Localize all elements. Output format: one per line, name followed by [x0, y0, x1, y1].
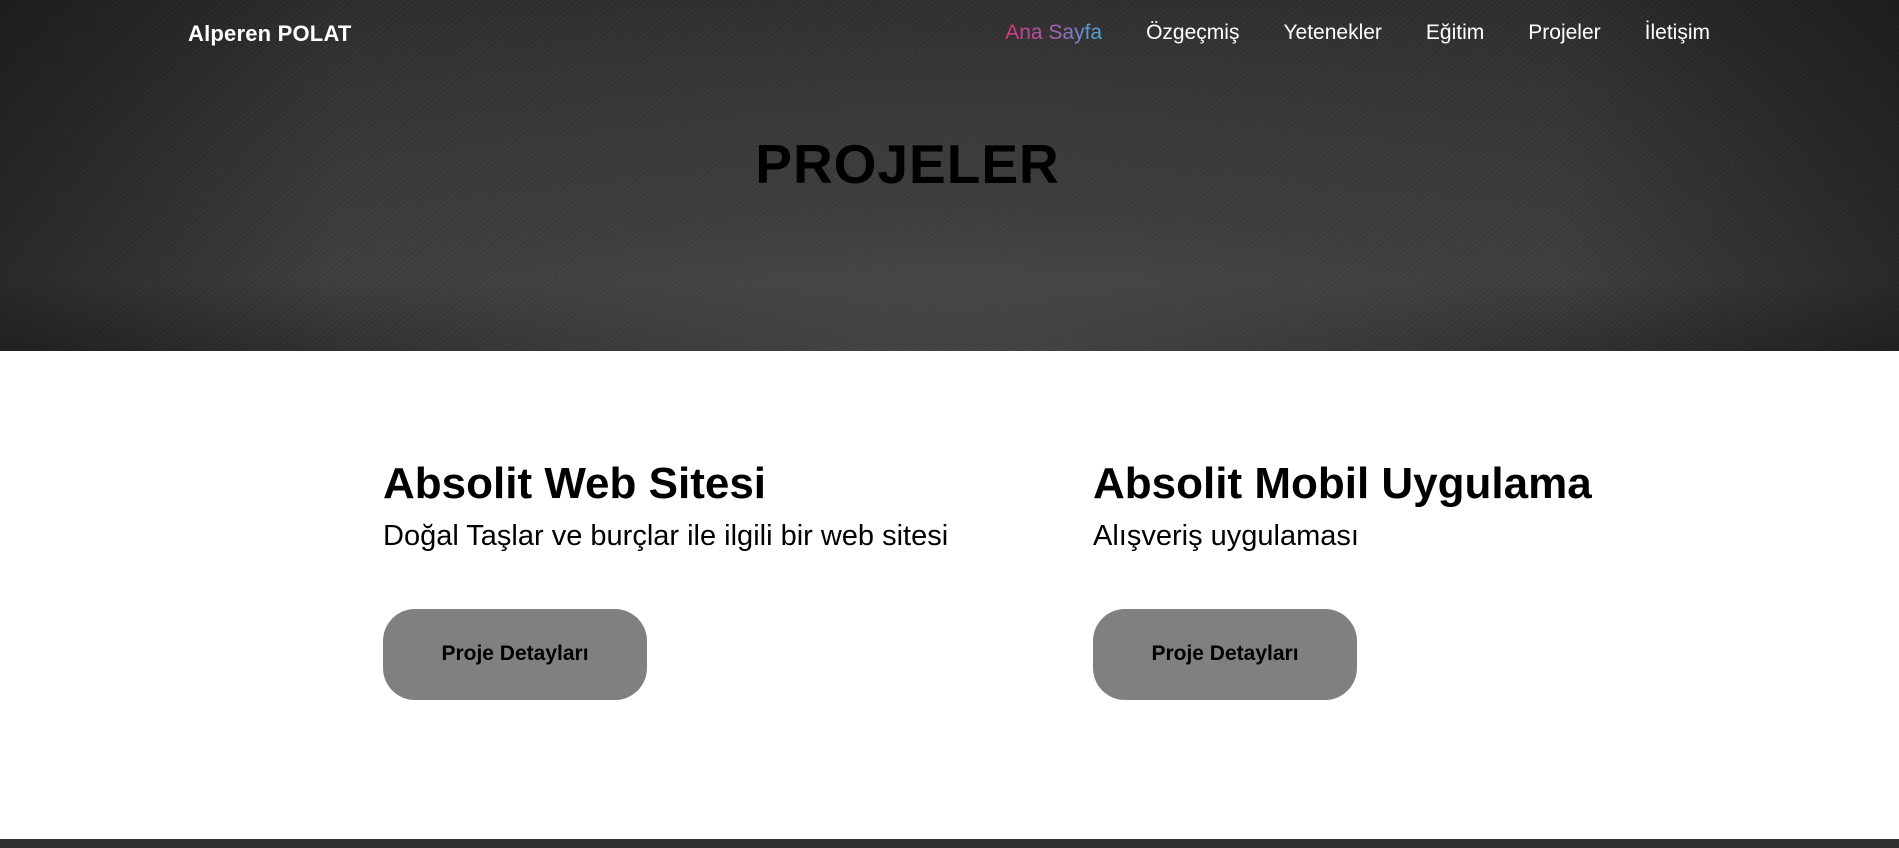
- project-description: Alışveriş uygulaması: [1093, 519, 1359, 552]
- project-details-button[interactable]: Proje Detayları: [383, 608, 647, 700]
- nav-link-egitim[interactable]: Eğitim: [1426, 21, 1484, 44]
- project-card-mobile: Absolit Mobil Uygulama Alışveriş uygulam…: [1093, 459, 1592, 700]
- nav-item-projeler: Projeler: [1528, 21, 1600, 45]
- nav-link-iletisim[interactable]: İletişim: [1645, 21, 1710, 44]
- projects-section: Absolit Web Sitesi Doğal Taşlar ve burçl…: [0, 351, 1899, 839]
- nav-menu: Ana Sayfa Özgeçmiş Yetenekler Eğitim Pro…: [961, 21, 1710, 45]
- top-navbar: Alperen POLAT Ana Sayfa Özgeçmiş Yetenek…: [0, 0, 1899, 66]
- project-title: Absolit Mobil Uygulama: [1093, 459, 1592, 508]
- nav-item-iletisim: İletişim: [1645, 21, 1710, 45]
- project-details-button[interactable]: Proje Detayları: [1093, 608, 1357, 700]
- brand-logo-link[interactable]: Alperen POLAT: [188, 21, 352, 47]
- footer-strip: [0, 839, 1899, 848]
- project-card-web: Absolit Web Sitesi Doğal Taşlar ve burçl…: [383, 459, 948, 700]
- nav-item-egitim: Eğitim: [1426, 21, 1484, 45]
- page-title: PROJELER: [755, 133, 1060, 195]
- nav-item-yetenekler: Yetenekler: [1283, 21, 1381, 45]
- nav-link-ana-sayfa[interactable]: Ana Sayfa: [1005, 21, 1102, 44]
- nav-link-yetenekler[interactable]: Yetenekler: [1283, 21, 1381, 44]
- hero-banner: Alperen POLAT Ana Sayfa Özgeçmiş Yetenek…: [0, 0, 1899, 351]
- nav-item-ana-sayfa: Ana Sayfa: [1005, 21, 1102, 45]
- nav-link-projeler[interactable]: Projeler: [1528, 21, 1600, 44]
- project-title: Absolit Web Sitesi: [383, 459, 767, 508]
- nav-link-ozgecmis[interactable]: Özgeçmiş: [1146, 21, 1239, 44]
- project-description: Doğal Taşlar ve burçlar ile ilgili bir w…: [383, 519, 949, 552]
- nav-item-ozgecmis: Özgeçmiş: [1146, 21, 1239, 45]
